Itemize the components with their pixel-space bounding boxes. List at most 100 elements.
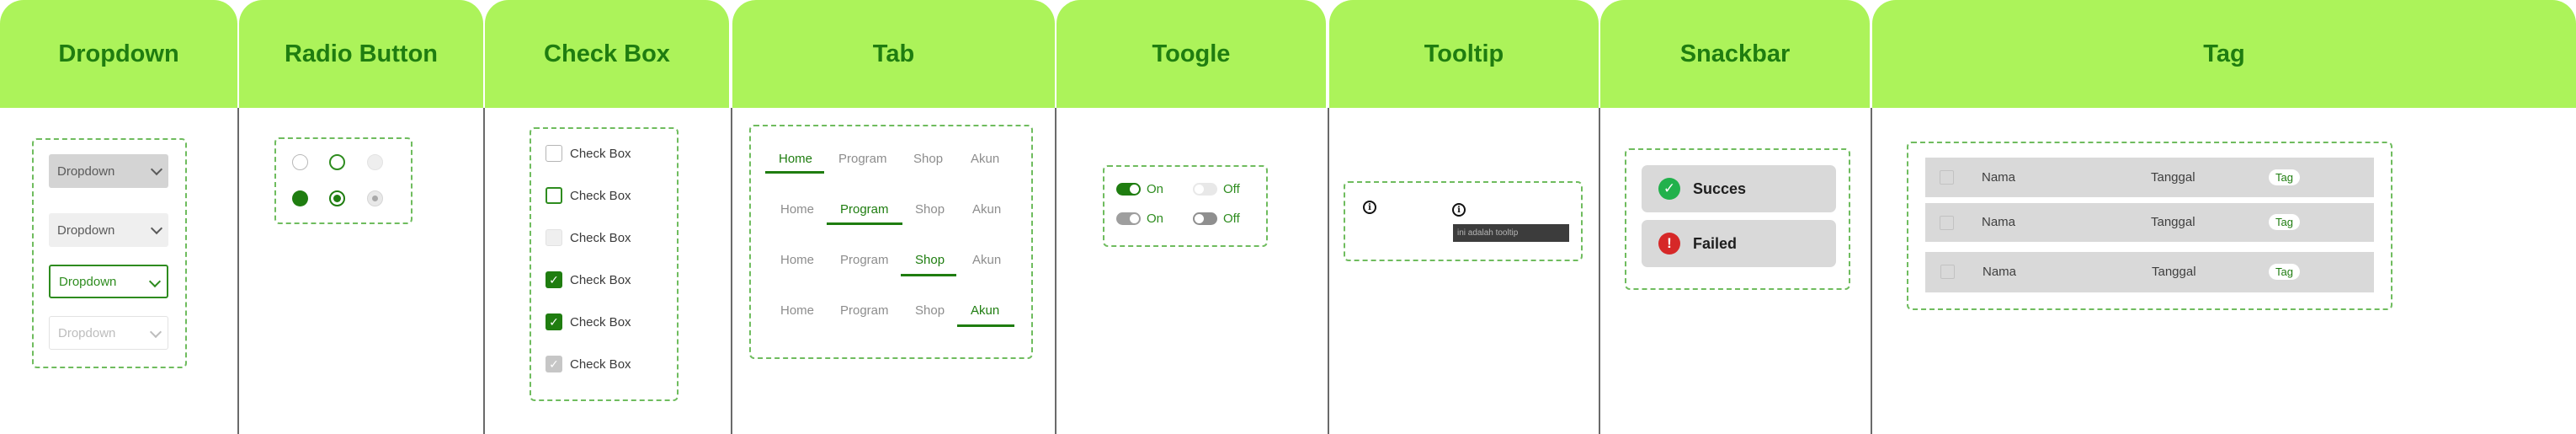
row-name: Nama	[1982, 170, 2016, 185]
snackbar-success-text: Succes	[1693, 179, 1747, 197]
tab-akun[interactable]: Akun	[972, 253, 1001, 267]
table-row[interactable]: Nama Tanggal Tag	[1925, 158, 2374, 197]
checkbox-unchecked-disabled	[546, 229, 562, 246]
dropdown-label: Dropdown	[57, 222, 115, 238]
row-date: Tanggal	[2152, 265, 2196, 279]
row-checkbox[interactable]	[1940, 216, 1954, 230]
tab-home[interactable]: Home	[780, 303, 814, 318]
tag-badge: Tag	[2269, 169, 2300, 185]
checkbox-unchecked-hover[interactable]	[546, 187, 562, 204]
toggle-knob	[1195, 214, 1204, 223]
toggle-knob	[1195, 185, 1204, 194]
tab-home[interactable]: Home	[780, 202, 814, 217]
tab-shop[interactable]: Shop	[915, 253, 945, 267]
snackbar-title: Snackbar	[1679, 40, 1791, 67]
radio-checked[interactable]	[292, 190, 308, 206]
radio-header: Radio Button	[239, 0, 483, 108]
row-name: Nama	[1983, 265, 2017, 279]
table-row[interactable]: Nama Tanggal Tag	[1925, 252, 2374, 292]
dropdown-default[interactable]: Dropdown	[49, 213, 168, 247]
toggle-title: Toogle	[1152, 40, 1231, 67]
radio-unchecked[interactable]	[292, 154, 308, 170]
table-row[interactable]: Nama Tanggal Tag	[1925, 203, 2374, 242]
column-divider	[237, 108, 239, 434]
row-checkbox[interactable]	[1940, 170, 1954, 185]
row-date: Tanggal	[2151, 170, 2195, 185]
chevron-down-icon	[149, 325, 162, 339]
tab-header: Tab	[732, 0, 1055, 108]
dropdown-label: Dropdown	[59, 274, 117, 289]
tooltip-bubble: ini adalah tooltip	[1453, 224, 1569, 242]
radio-unchecked-disabled	[367, 154, 383, 170]
radio-frame	[274, 137, 412, 224]
tab-shop[interactable]: Shop	[913, 152, 943, 166]
toggle-off[interactable]	[1193, 183, 1217, 196]
tab-home[interactable]: Home	[779, 152, 812, 166]
toggle-on[interactable]	[1116, 183, 1141, 196]
tab-program[interactable]: Program	[840, 202, 889, 217]
column-divider	[1055, 108, 1056, 434]
info-icon[interactable]: i	[1452, 203, 1466, 217]
tab-akun[interactable]: Akun	[972, 202, 1001, 217]
snackbar-success: ✓ Succes	[1642, 165, 1836, 212]
toggle-label-on: On	[1147, 212, 1164, 226]
tab-active-indicator	[765, 171, 824, 174]
chevron-down-icon	[148, 275, 162, 288]
toggle-knob	[1130, 185, 1139, 194]
checkbox-header: Check Box	[485, 0, 729, 108]
radio-checked-hover[interactable]	[329, 190, 345, 206]
tab-akun[interactable]: Akun	[971, 152, 999, 166]
checkbox-label: Check Box	[570, 231, 631, 245]
info-icon[interactable]: i	[1363, 201, 1376, 214]
tab-program[interactable]: Program	[840, 253, 889, 267]
tab-akun[interactable]: Akun	[971, 303, 999, 318]
dropdown-label: Dropdown	[58, 325, 116, 340]
toggle-on-disabled	[1116, 212, 1141, 225]
tab-program[interactable]: Program	[838, 152, 887, 166]
checkbox-label: Check Box	[570, 273, 631, 287]
snackbar-header: Snackbar	[1600, 0, 1870, 108]
tooltip-frame	[1344, 181, 1583, 261]
tab-shop[interactable]: Shop	[915, 202, 945, 217]
column-divider	[1871, 108, 1872, 434]
checkbox-label: Check Box	[570, 189, 631, 203]
snackbar-failed-text: Failed	[1693, 234, 1738, 252]
dropdown-active[interactable]: Dropdown	[49, 265, 168, 298]
row-date: Tanggal	[2151, 215, 2195, 229]
dropdown-pressed[interactable]: Dropdown	[49, 154, 168, 188]
toggle-label-off: Off	[1223, 212, 1240, 226]
radio-unchecked-hover[interactable]	[329, 154, 345, 170]
column-divider	[1328, 108, 1329, 434]
dropdown-title: Dropdown	[58, 40, 179, 67]
row-checkbox[interactable]	[1940, 265, 1955, 279]
tag-title: Tag	[2203, 40, 2245, 67]
error-exclamation-icon: !	[1658, 233, 1680, 255]
tab-active-indicator	[957, 324, 1014, 327]
checkbox-label: Check Box	[570, 147, 631, 161]
tab-title: Tab	[872, 40, 915, 67]
tag-badge: Tag	[2269, 214, 2300, 230]
tab-program[interactable]: Program	[840, 303, 889, 318]
check-icon: ✓	[549, 314, 559, 329]
tab-home[interactable]: Home	[780, 253, 814, 267]
check-icon: ✓	[549, 356, 559, 371]
toggle-frame	[1103, 165, 1268, 247]
tab-shop[interactable]: Shop	[915, 303, 945, 318]
checkbox-unchecked[interactable]	[546, 145, 562, 162]
dropdown-header: Dropdown	[0, 0, 237, 108]
snackbar-failed: ! Failed	[1642, 220, 1836, 267]
toggle-off-disabled	[1193, 212, 1217, 225]
tooltip-header: Tooltip	[1329, 0, 1599, 108]
checkbox-checked-hover[interactable]: ✓	[546, 313, 562, 330]
tab-active-indicator	[827, 222, 902, 225]
chevron-down-icon	[150, 163, 163, 176]
column-divider	[1599, 108, 1600, 434]
checkbox-title: Check Box	[544, 40, 670, 67]
toggle-knob	[1130, 214, 1139, 223]
chevron-down-icon	[150, 222, 163, 235]
toggle-header: Toogle	[1056, 0, 1326, 108]
dropdown-disabled: Dropdown	[49, 316, 168, 350]
checkbox-checked[interactable]: ✓	[546, 271, 562, 288]
check-icon: ✓	[549, 272, 559, 287]
tag-badge: Tag	[2269, 264, 2300, 280]
